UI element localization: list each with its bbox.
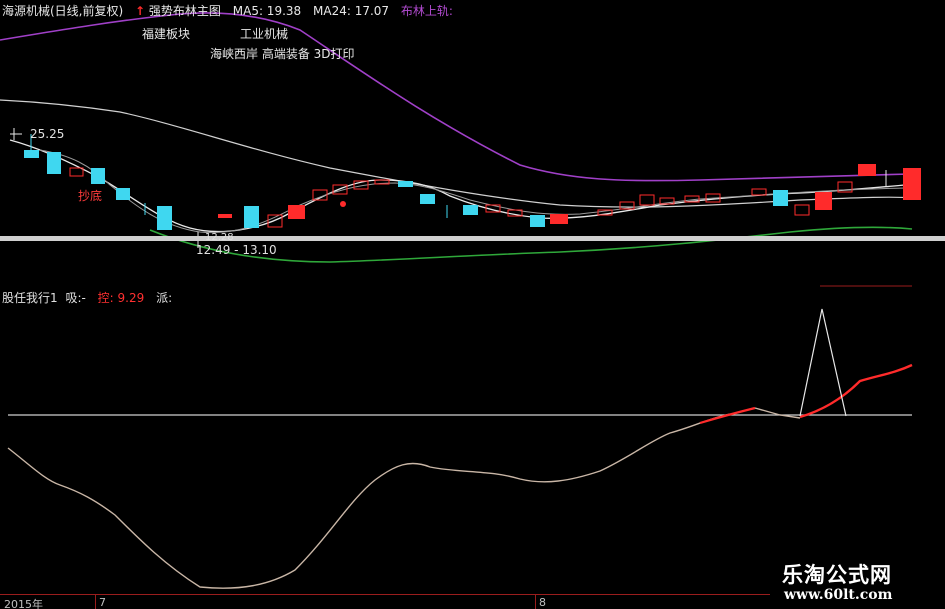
stock-chart-window: 海源机械(日线,前复权) ↑ 强势布林主图 MA5: 19.38 MA24: 1… [0, 0, 945, 609]
concept-tags: 海峡西岸 高端装备 3D打印 [210, 47, 355, 61]
boll-upper-label: 布林上轨: [400, 4, 453, 18]
indicator-p-label: 派: [156, 291, 173, 305]
indicator-x-label: 吸:- [65, 291, 86, 305]
candle-up [815, 192, 832, 210]
ma24-label: MA24: 17.07 [313, 4, 390, 18]
candle-down [116, 188, 130, 200]
candle-up [751, 188, 767, 196]
watermark-title: 乐淘公式网 [782, 563, 892, 587]
candles [10, 128, 921, 248]
candle-up [550, 214, 568, 224]
stock-symbol[interactable]: 海源机械(日线,前复权) [2, 4, 123, 18]
candle-up [794, 204, 810, 216]
candle-down [773, 190, 788, 206]
indicator-curve [7, 413, 731, 589]
candle-down [420, 194, 435, 204]
month-tick [535, 595, 536, 609]
candle-up [639, 194, 655, 206]
candle-down [24, 150, 39, 158]
price-chart[interactable] [0, 0, 945, 290]
month-label-7: 7 [99, 596, 106, 609]
candle-up [288, 205, 305, 219]
watermark-url: www.60lt.com [784, 587, 893, 603]
ma5-label: MA5: 19.38 [232, 4, 302, 18]
year-label: 2015年 [4, 598, 43, 609]
candle-up [858, 164, 876, 176]
boll-upper-line [0, 12, 911, 182]
low-price-label: 12.49 - 13.10 [196, 243, 277, 257]
ma5-line [9, 139, 906, 233]
candle-up [69, 167, 84, 177]
indicator-spike [799, 308, 847, 417]
candle-down [244, 206, 259, 228]
month-tick [95, 595, 96, 609]
candle-down [157, 206, 172, 230]
indicator-curve-mid [754, 407, 801, 419]
indicator-name[interactable]: 股任我行1 [2, 291, 58, 305]
indicator-header: 股任我行1 吸:- 控: 9.29 派: [2, 289, 172, 306]
watermark: 乐淘公式网 www.60lt.com [770, 557, 945, 609]
month-label-8: 8 [539, 596, 546, 609]
low-price-small: 12.28 [205, 232, 234, 243]
study-name[interactable]: 强势布林主图 [149, 4, 221, 18]
candle-down [398, 181, 413, 187]
indicator-curve-hot2 [799, 363, 913, 419]
indicator-chart[interactable] [0, 285, 945, 595]
panel-separator[interactable] [0, 236, 945, 241]
chart-header: 海源机械(日线,前复权) ↑ 强势布林主图 MA5: 19.38 MA24: 1… [2, 2, 453, 19]
sector-tag: 福建板块 [142, 27, 191, 41]
indicator-k-label: 控: 9.29 [97, 291, 145, 305]
up-arrow-icon: ↑ [135, 4, 146, 18]
candle-down [463, 205, 478, 215]
candle-down [91, 168, 105, 184]
industry-tag: 工业机械 [240, 27, 289, 41]
candle-down [47, 152, 61, 174]
signal-label: 抄底 [78, 189, 103, 203]
candle-up [903, 168, 921, 200]
high-price-label: 25.25 [30, 127, 65, 141]
candle-up [218, 214, 232, 218]
candle-down [530, 215, 545, 227]
